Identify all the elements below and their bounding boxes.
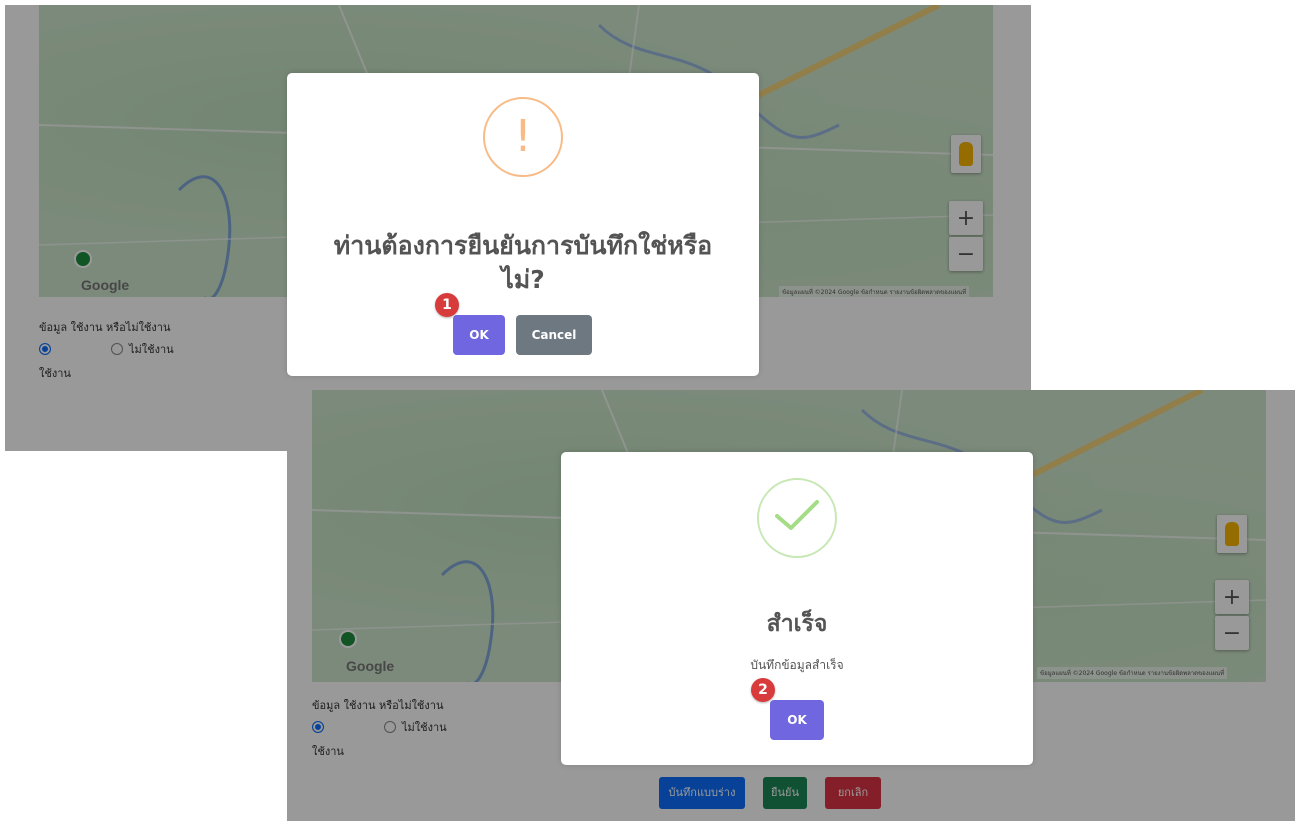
warning-exclamation-icon: ! xyxy=(483,97,563,177)
success-check-icon xyxy=(757,478,837,558)
confirm-cancel-button[interactable]: Cancel xyxy=(516,315,592,355)
screenshot-confirm-dialog: Google ข้อมูลแผนที่ ©2024 Google ข้อกำหน… xyxy=(5,5,1031,451)
confirm-ok-button[interactable]: OK xyxy=(453,315,505,355)
success-dialog-title: สำเร็จ xyxy=(766,611,828,637)
success-ok-button[interactable]: OK xyxy=(770,700,824,740)
confirm-dialog: ! ท่านต้องการยืนยันการบันทึกใช่หรือไม่? … xyxy=(287,73,759,376)
screenshot-success-dialog: Google ข้อมูลแผนที่ ©2024 Google ข้อกำหน… xyxy=(287,390,1295,821)
success-dialog-text: บันทึกข้อมูลสำเร็จ xyxy=(750,658,844,672)
step-badge-1: 1 xyxy=(435,293,459,317)
confirm-dialog-title: ท่านต้องการยืนยันการบันทึกใช่หรือไม่? xyxy=(333,231,713,294)
success-dialog: สำเร็จ บันทึกข้อมูลสำเร็จ OK 2 xyxy=(561,452,1033,765)
step-badge-2: 2 xyxy=(751,678,775,702)
